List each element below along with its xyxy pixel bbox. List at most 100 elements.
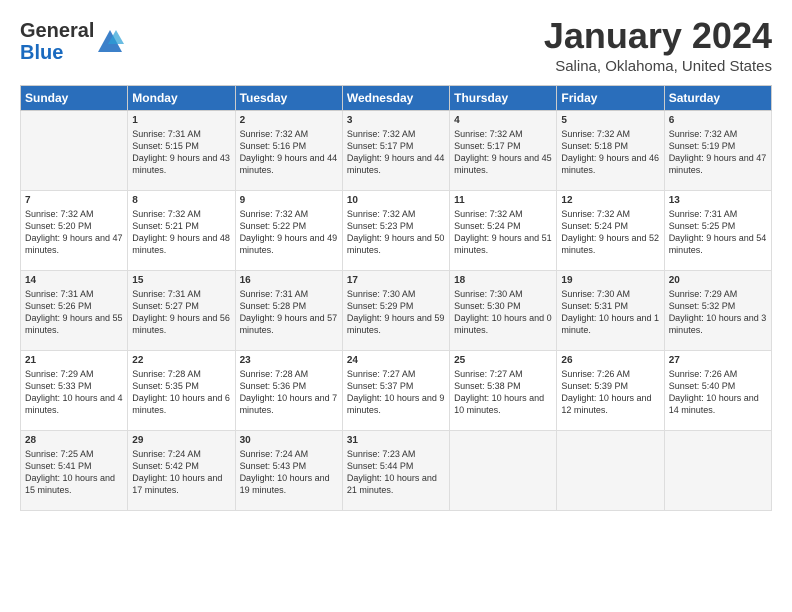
table-row: 6 Sunrise: 7:32 AMSunset: 5:19 PMDaylight… <box>664 110 771 190</box>
day-number: 25 <box>454 355 552 366</box>
day-number: 24 <box>347 355 445 366</box>
day-number: 13 <box>669 195 767 206</box>
cell-info: Sunrise: 7:27 AMSunset: 5:37 PMDaylight:… <box>347 368 445 417</box>
day-number: 8 <box>132 195 230 206</box>
day-number: 12 <box>561 195 659 206</box>
cell-info: Sunrise: 7:29 AMSunset: 5:33 PMDaylight:… <box>25 368 123 417</box>
col-tuesday: Tuesday <box>235 85 342 110</box>
cell-info: Sunrise: 7:32 AMSunset: 5:17 PMDaylight:… <box>454 128 552 177</box>
cell-info: Sunrise: 7:32 AMSunset: 5:23 PMDaylight:… <box>347 208 445 257</box>
col-saturday: Saturday <box>664 85 771 110</box>
table-row <box>450 430 557 510</box>
cell-info: Sunrise: 7:26 AMSunset: 5:39 PMDaylight:… <box>561 368 659 417</box>
calendar-header-row: Sunday Monday Tuesday Wednesday Thursday… <box>21 85 772 110</box>
col-sunday: Sunday <box>21 85 128 110</box>
table-row <box>557 430 664 510</box>
table-row: 31 Sunrise: 7:23 AMSunset: 5:44 PMDayligh… <box>342 430 449 510</box>
logo-general-text: General <box>20 20 94 42</box>
title-block: January 2024 Salina, Oklahoma, United St… <box>544 16 772 75</box>
cell-info: Sunrise: 7:31 AMSunset: 5:28 PMDaylight:… <box>240 288 338 337</box>
cell-info: Sunrise: 7:32 AMSunset: 5:16 PMDaylight:… <box>240 128 338 177</box>
cell-info: Sunrise: 7:23 AMSunset: 5:44 PMDaylight:… <box>347 448 445 497</box>
table-row: 18Sunrise: 7:30 AMSunset: 5:30 PMDayligh… <box>450 270 557 350</box>
day-number: 21 <box>25 355 123 366</box>
cell-info: Sunrise: 7:31 AMSunset: 5:15 PMDaylight:… <box>132 128 230 177</box>
table-row: 4 Sunrise: 7:32 AMSunset: 5:17 PMDaylight… <box>450 110 557 190</box>
table-row: 5 Sunrise: 7:32 AMSunset: 5:18 PMDaylight… <box>557 110 664 190</box>
cell-info: Sunrise: 7:31 AMSunset: 5:27 PMDaylight:… <box>132 288 230 337</box>
day-number: 23 <box>240 355 338 366</box>
cell-info: Sunrise: 7:24 AMSunset: 5:42 PMDaylight:… <box>132 448 230 497</box>
table-row: 14Sunrise: 7:31 AMSunset: 5:26 PMDayligh… <box>21 270 128 350</box>
table-row: 22 Sunrise: 7:28 AMSunset: 5:35 PMDayligh… <box>128 350 235 430</box>
cell-info: Sunrise: 7:27 AMSunset: 5:38 PMDaylight:… <box>454 368 552 417</box>
day-number: 1 <box>132 115 230 126</box>
cell-info: Sunrise: 7:32 AMSunset: 5:19 PMDaylight:… <box>669 128 767 177</box>
day-number: 22 <box>132 355 230 366</box>
table-row: 11 Sunrise: 7:32 AMSunset: 5:24 PMDayligh… <box>450 190 557 270</box>
day-number: 6 <box>669 115 767 126</box>
table-row: 27 Sunrise: 7:26 AMSunset: 5:40 PMDayligh… <box>664 350 771 430</box>
cell-info: Sunrise: 7:31 AMSunset: 5:25 PMDaylight:… <box>669 208 767 257</box>
cell-info: Sunrise: 7:32 AMSunset: 5:24 PMDaylight:… <box>561 208 659 257</box>
table-row: 26 Sunrise: 7:26 AMSunset: 5:39 PMDayligh… <box>557 350 664 430</box>
cell-info: Sunrise: 7:32 AMSunset: 5:22 PMDaylight:… <box>240 208 338 257</box>
table-row: 15 Sunrise: 7:31 AMSunset: 5:27 PMDayligh… <box>128 270 235 350</box>
table-row: 7 Sunrise: 7:32 AMSunset: 5:20 PMDaylight… <box>21 190 128 270</box>
day-number: 30 <box>240 435 338 446</box>
col-friday: Friday <box>557 85 664 110</box>
cell-info: Sunrise: 7:32 AMSunset: 5:20 PMDaylight:… <box>25 208 123 257</box>
cell-info: Sunrise: 7:24 AMSunset: 5:43 PMDaylight:… <box>240 448 338 497</box>
day-number: 7 <box>25 195 123 206</box>
logo: General Blue <box>20 20 124 64</box>
cell-info: Sunrise: 7:31 AMSunset: 5:26 PMDaylight:… <box>25 288 123 337</box>
table-row: 21 Sunrise: 7:29 AMSunset: 5:33 PMDayligh… <box>21 350 128 430</box>
location: Salina, Oklahoma, United States <box>544 58 772 75</box>
day-number: 10 <box>347 195 445 206</box>
col-wednesday: Wednesday <box>342 85 449 110</box>
table-row: 16Sunrise: 7:31 AMSunset: 5:28 PMDayligh… <box>235 270 342 350</box>
day-number: 27 <box>669 355 767 366</box>
cell-info: Sunrise: 7:32 AMSunset: 5:18 PMDaylight:… <box>561 128 659 177</box>
table-row <box>21 110 128 190</box>
table-row: 30 Sunrise: 7:24 AMSunset: 5:43 PMDayligh… <box>235 430 342 510</box>
col-thursday: Thursday <box>450 85 557 110</box>
calendar-table: Sunday Monday Tuesday Wednesday Thursday… <box>20 85 772 511</box>
cell-info: Sunrise: 7:29 AMSunset: 5:32 PMDaylight:… <box>669 288 767 337</box>
day-number: 5 <box>561 115 659 126</box>
table-row: 2 Sunrise: 7:32 AMSunset: 5:16 PMDaylight… <box>235 110 342 190</box>
table-row: 9Sunrise: 7:32 AMSunset: 5:22 PMDaylight… <box>235 190 342 270</box>
day-number: 3 <box>347 115 445 126</box>
table-row: 8Sunrise: 7:32 AMSunset: 5:21 PMDaylight… <box>128 190 235 270</box>
table-row: 1 Sunrise: 7:31 AMSunset: 5:15 PMDaylight… <box>128 110 235 190</box>
cell-info: Sunrise: 7:25 AMSunset: 5:41 PMDaylight:… <box>25 448 123 497</box>
day-number: 29 <box>132 435 230 446</box>
cell-info: Sunrise: 7:30 AMSunset: 5:29 PMDaylight:… <box>347 288 445 337</box>
day-number: 28 <box>25 435 123 446</box>
cell-info: Sunrise: 7:30 AMSunset: 5:31 PMDaylight:… <box>561 288 659 337</box>
cell-info: Sunrise: 7:32 AMSunset: 5:24 PMDaylight:… <box>454 208 552 257</box>
day-number: 11 <box>454 195 552 206</box>
day-number: 31 <box>347 435 445 446</box>
day-number: 4 <box>454 115 552 126</box>
month-title: January 2024 <box>544 16 772 56</box>
col-monday: Monday <box>128 85 235 110</box>
table-row: 20Sunrise: 7:29 AMSunset: 5:32 PMDayligh… <box>664 270 771 350</box>
table-row <box>664 430 771 510</box>
day-number: 26 <box>561 355 659 366</box>
table-row: 10 Sunrise: 7:32 AMSunset: 5:23 PMDayligh… <box>342 190 449 270</box>
day-number: 2 <box>240 115 338 126</box>
table-row: 28 Sunrise: 7:25 AMSunset: 5:41 PMDayligh… <box>21 430 128 510</box>
calendar-week-row: 14Sunrise: 7:31 AMSunset: 5:26 PMDayligh… <box>21 270 772 350</box>
cell-info: Sunrise: 7:28 AMSunset: 5:35 PMDaylight:… <box>132 368 230 417</box>
table-row: 3Sunrise: 7:32 AMSunset: 5:17 PMDaylight… <box>342 110 449 190</box>
cell-info: Sunrise: 7:28 AMSunset: 5:36 PMDaylight:… <box>240 368 338 417</box>
logo-icon <box>96 28 124 56</box>
table-row: 24 Sunrise: 7:27 AMSunset: 5:37 PMDayligh… <box>342 350 449 430</box>
table-row: 12 Sunrise: 7:32 AMSunset: 5:24 PMDayligh… <box>557 190 664 270</box>
day-number: 15 <box>132 275 230 286</box>
table-row: 17Sunrise: 7:30 AMSunset: 5:29 PMDayligh… <box>342 270 449 350</box>
cell-info: Sunrise: 7:26 AMSunset: 5:40 PMDaylight:… <box>669 368 767 417</box>
calendar-week-row: 21 Sunrise: 7:29 AMSunset: 5:33 PMDayligh… <box>21 350 772 430</box>
logo-blue-text: Blue <box>20 42 63 64</box>
